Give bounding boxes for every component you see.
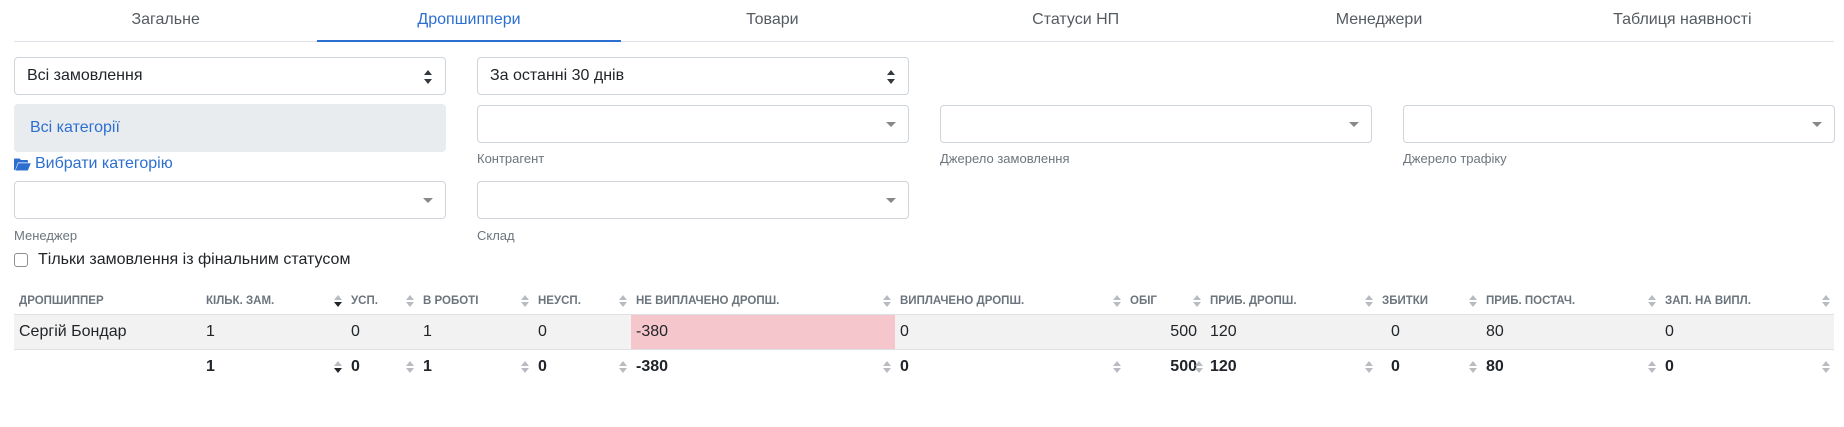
sort-icon[interactable] xyxy=(619,295,627,307)
cell-unpaid-dropshipper: -380 xyxy=(631,314,895,350)
tab-availability-table[interactable]: Таблиця наявності xyxy=(1531,0,1834,41)
chevron-down-icon xyxy=(886,198,896,203)
sort-icon[interactable] xyxy=(1193,295,1201,307)
sort-icon[interactable] xyxy=(406,361,414,373)
order-source-label: Джерело замовлення xyxy=(940,151,1070,166)
tab-np-statuses[interactable]: Статуси НП xyxy=(924,0,1227,41)
total-unpaid-dropshipper: -380 xyxy=(631,349,895,384)
chevron-down-icon xyxy=(1349,122,1359,127)
tab-general[interactable]: Загальне xyxy=(14,0,317,41)
totals-row: 1 0 1 0 -380 0 500 120 0 80 0 xyxy=(14,349,1834,384)
counterparty-select[interactable] xyxy=(477,105,909,143)
sort-icon[interactable] xyxy=(521,295,529,307)
col-header-unsuccessful[interactable]: Неусп. xyxy=(533,288,631,315)
total-losses: 0 xyxy=(1377,349,1481,384)
categories-value: Всі категорії xyxy=(30,119,120,136)
total-dropshipper xyxy=(14,349,201,384)
sort-icon[interactable] xyxy=(1648,295,1656,307)
period-select-value: За останні 30 днів xyxy=(490,67,625,84)
col-header-in-progress[interactable]: В роботі xyxy=(418,288,533,315)
cell-payout-request: 0 xyxy=(1660,314,1834,350)
table-row[interactable]: Сергій Бондар 1 0 1 0 -380 0 500 120 0 8… xyxy=(14,314,1834,350)
tab-bar: Загальне Дропшиппери Товари Статуси НП М… xyxy=(14,0,1834,42)
col-header-successful[interactable]: Усп. xyxy=(346,288,418,315)
col-header-unpaid-dropshipper[interactable]: Не виплачено дропш. xyxy=(631,288,895,315)
select-updown-icon xyxy=(886,70,896,84)
cell-dropshipper-profit: 120 xyxy=(1205,314,1377,350)
cell-order-count: 1 xyxy=(201,314,346,350)
sort-icon[interactable] xyxy=(1113,295,1121,307)
sort-icon[interactable] xyxy=(1822,361,1830,373)
counterparty-label: Контрагент xyxy=(477,151,545,166)
traffic-source-label: Джерело трафіку xyxy=(1403,151,1507,166)
choose-category-link[interactable]: Вибрати категорію xyxy=(14,155,173,173)
warehouse-label: Склад xyxy=(477,228,515,243)
total-order-count: 1 xyxy=(201,349,346,384)
final-status-checkbox[interactable] xyxy=(14,253,28,267)
sort-icon[interactable] xyxy=(883,295,891,307)
sort-desc-icon[interactable] xyxy=(334,361,342,373)
sort-icon[interactable] xyxy=(1469,295,1477,307)
cell-successful: 0 xyxy=(346,314,418,350)
total-payout-request: 0 xyxy=(1660,349,1834,384)
warehouse-select[interactable] xyxy=(477,181,909,219)
col-header-supplier-profit[interactable]: Приб. постач. xyxy=(1481,288,1660,315)
cell-paid-dropshipper: 0 xyxy=(895,314,1125,350)
orders-select-value: Всі замовлення xyxy=(27,67,143,84)
final-status-label: Тільки замовлення із фінальним статусом xyxy=(38,251,351,268)
cell-losses: 0 xyxy=(1377,314,1481,350)
order-source-select[interactable] xyxy=(940,105,1372,143)
chevron-down-icon xyxy=(886,122,896,127)
chevron-down-icon xyxy=(423,198,433,203)
orders-select[interactable]: Всі замовлення xyxy=(14,57,446,95)
cell-unsuccessful: 0 xyxy=(533,314,631,350)
chevron-down-icon xyxy=(1812,122,1822,127)
sort-icon[interactable] xyxy=(521,361,529,373)
tab-managers[interactable]: Менеджери xyxy=(1227,0,1530,41)
sort-icon[interactable] xyxy=(1822,295,1830,307)
final-status-only-row[interactable]: Тільки замовлення із фінальним статусом xyxy=(14,251,350,269)
total-supplier-profit: 80 xyxy=(1481,349,1660,384)
cell-supplier-profit: 80 xyxy=(1481,314,1660,350)
sort-icon[interactable] xyxy=(619,361,627,373)
col-header-turnover[interactable]: Обіг xyxy=(1125,288,1205,315)
col-header-dropshipper-profit[interactable]: Приб. дропш. xyxy=(1205,288,1377,315)
sort-icon[interactable] xyxy=(1365,361,1373,373)
sort-icon[interactable] xyxy=(1365,295,1373,307)
total-in-progress: 1 xyxy=(418,349,533,384)
cell-dropshipper: Сергій Бондар xyxy=(14,314,201,350)
traffic-source-select[interactable] xyxy=(1403,105,1835,143)
sort-desc-icon[interactable] xyxy=(334,295,342,307)
col-header-payout-request[interactable]: Зап. на випл. xyxy=(1660,288,1834,315)
col-header-order-count[interactable]: Кільк. зам. xyxy=(201,288,346,315)
sort-icon[interactable] xyxy=(1469,361,1477,373)
tab-dropshippers[interactable]: Дропшиппери xyxy=(317,0,621,42)
sort-icon[interactable] xyxy=(1113,361,1121,373)
period-select[interactable]: За останні 30 днів xyxy=(477,57,909,95)
col-header-dropshipper[interactable]: Дропшиппер xyxy=(14,288,201,315)
total-unsuccessful: 0 xyxy=(533,349,631,384)
total-paid-dropshipper: 0 xyxy=(895,349,1125,384)
categories-box[interactable]: Всі категорії xyxy=(14,104,446,152)
select-updown-icon xyxy=(423,70,433,84)
manager-label: Менеджер xyxy=(14,228,78,243)
dropshippers-table: Дропшиппер Кільк. зам. Усп. В роботі Неу… xyxy=(14,288,1834,384)
cell-turnover: 500 xyxy=(1125,314,1205,350)
tab-products[interactable]: Товари xyxy=(621,0,924,41)
folder-open-icon xyxy=(14,158,31,171)
sort-icon[interactable] xyxy=(883,361,891,373)
col-header-paid-dropshipper[interactable]: Виплачено дропш. xyxy=(895,288,1125,315)
total-successful: 0 xyxy=(346,349,418,384)
total-turnover: 500 xyxy=(1125,349,1205,384)
total-dropshipper-profit: 120 xyxy=(1195,349,1377,384)
manager-select[interactable] xyxy=(14,181,446,219)
col-header-losses[interactable]: Збитки xyxy=(1377,288,1481,315)
sort-icon[interactable] xyxy=(1648,361,1656,373)
sort-icon[interactable] xyxy=(406,295,414,307)
sort-icon[interactable] xyxy=(1195,361,1203,373)
choose-category-label: Вибрати категорію xyxy=(35,155,173,172)
cell-in-progress: 1 xyxy=(418,314,533,350)
